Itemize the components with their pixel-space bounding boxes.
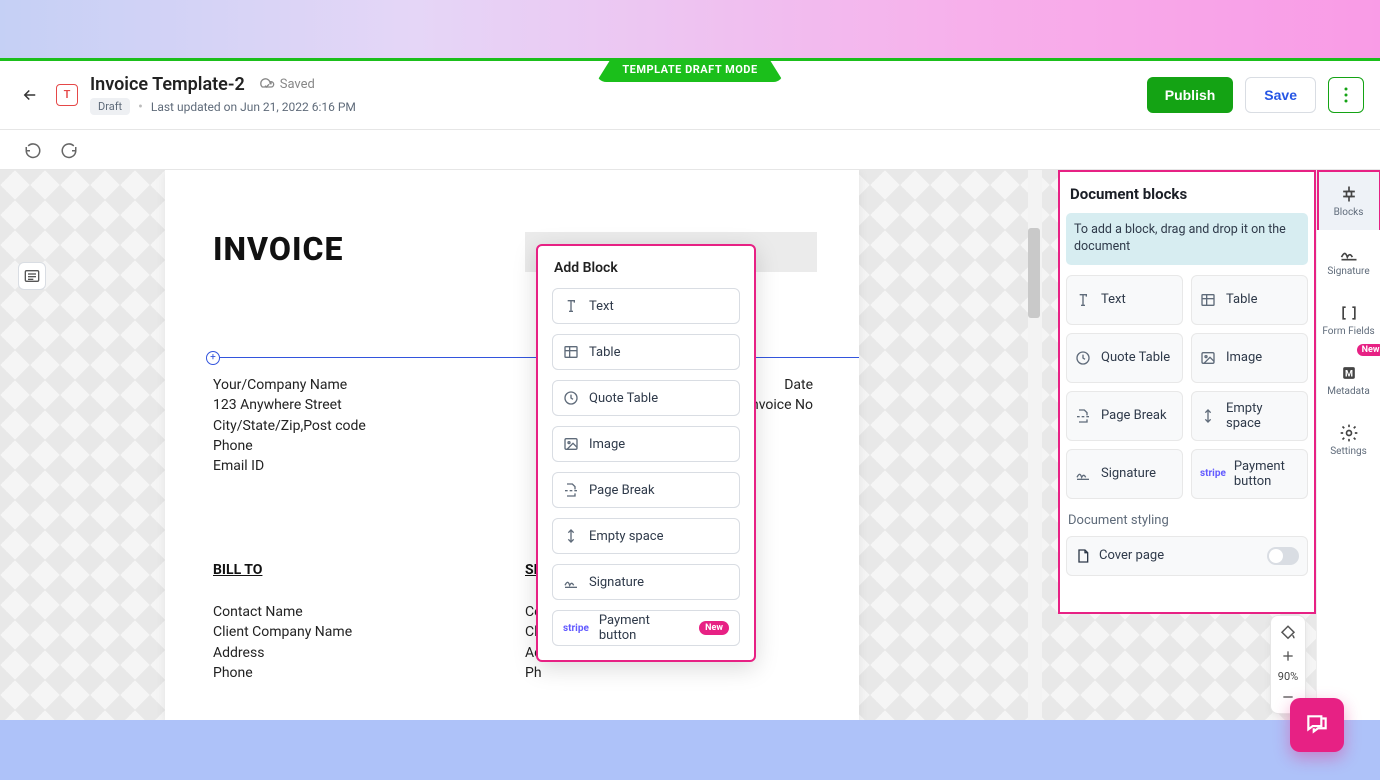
rail-metadata[interactable]: New M Metadata	[1317, 350, 1380, 410]
right-rail: Blocks Signature Form Fields New M Metad…	[1316, 170, 1380, 720]
block-option-page-break[interactable]: Page Break	[552, 472, 740, 508]
scrollbar-thumb[interactable]	[1028, 228, 1040, 318]
signature-icon	[563, 574, 579, 590]
zoom-in-icon[interactable]	[1280, 648, 1296, 664]
template-badge: T	[56, 84, 78, 106]
tile-signature[interactable]: Signature	[1066, 449, 1183, 499]
back-button[interactable]	[16, 81, 44, 109]
block-option-empty-space[interactable]: Empty space	[552, 518, 740, 554]
empty-space-icon	[563, 528, 579, 544]
add-block-popover: Add Block Text Table Quote Table Image	[536, 244, 756, 662]
stripe-icon: stripe	[563, 623, 589, 634]
styling-heading: Document styling	[1060, 499, 1314, 536]
saved-indicator: Saved	[259, 77, 315, 93]
signature-icon	[1075, 466, 1093, 482]
svg-text:M: M	[1344, 369, 1352, 379]
block-option-quote-table[interactable]: Quote Table	[552, 380, 740, 416]
save-button[interactable]: Save	[1245, 77, 1316, 113]
rail-signature[interactable]: Signature	[1317, 230, 1380, 290]
text-icon	[563, 298, 579, 314]
empty-space-icon	[1200, 408, 1218, 424]
zoom-value: 90%	[1278, 670, 1298, 683]
undo-button[interactable]	[24, 141, 42, 159]
outline-button[interactable]	[18, 262, 46, 290]
cloud-icon	[259, 77, 275, 93]
block-option-signature[interactable]: Signature	[552, 564, 740, 600]
new-badge: New	[699, 621, 729, 635]
block-option-image[interactable]: Image	[552, 426, 740, 462]
chat-fab[interactable]	[1290, 698, 1344, 752]
stripe-icon: stripe	[1200, 468, 1226, 479]
new-badge: New	[1357, 344, 1380, 356]
tile-text[interactable]: Text	[1066, 275, 1183, 325]
block-option-table[interactable]: Table	[552, 334, 740, 370]
bill-to-heading: BILL TO	[213, 562, 262, 578]
panel-title: Document blocks	[1060, 172, 1314, 213]
redo-button[interactable]	[60, 141, 78, 159]
draft-pill: Draft	[90, 98, 130, 115]
block-option-text[interactable]: Text	[552, 288, 740, 324]
image-icon	[563, 436, 579, 452]
rail-settings[interactable]: Settings	[1317, 410, 1380, 470]
sender-block: Your/Company Name 123 Anywhere Street Ci…	[213, 375, 366, 476]
cover-page-row[interactable]: Cover page	[1066, 536, 1308, 576]
dot-separator: •	[138, 99, 143, 115]
bill-to-block: Contact Name Client Company Name Address…	[213, 602, 352, 683]
rail-form-fields[interactable]: Form Fields	[1317, 290, 1380, 350]
gear-icon	[1339, 423, 1359, 443]
cover-page-toggle[interactable]	[1267, 547, 1299, 565]
mode-chip: TEMPLATE DRAFT MODE	[596, 58, 783, 82]
tile-payment[interactable]: stripePayment button	[1191, 449, 1308, 499]
gradient-bottom	[0, 720, 1380, 780]
table-icon	[563, 344, 579, 360]
insert-plus-icon[interactable]: +	[206, 351, 220, 365]
form-fields-icon	[1339, 303, 1359, 323]
toolbar	[0, 130, 1380, 170]
tile-image[interactable]: Image	[1191, 333, 1308, 383]
updated-text: Last updated on Jun 21, 2022 6:16 PM	[151, 100, 356, 114]
tile-quote[interactable]: Quote Table	[1066, 333, 1183, 383]
popover-title: Add Block	[538, 246, 754, 288]
table-icon	[1200, 292, 1218, 308]
cover-page-icon	[1075, 548, 1091, 564]
tile-empty-space[interactable]: Empty space	[1191, 391, 1308, 441]
workspace: INVOICE + Your/Company Name 123 Anywhere…	[0, 170, 1380, 720]
rail-blocks[interactable]: Blocks	[1317, 170, 1380, 230]
signature-icon	[1339, 243, 1359, 263]
page-title: Invoice Template-2	[90, 74, 245, 95]
text-icon	[1075, 292, 1093, 308]
publish-button[interactable]: Publish	[1147, 77, 1234, 113]
quote-table-icon	[1075, 350, 1093, 366]
gradient-top	[0, 0, 1380, 60]
tile-table[interactable]: Table	[1191, 275, 1308, 325]
block-option-payment[interactable]: stripe Payment button New	[552, 610, 740, 646]
tile-page-break[interactable]: Page Break	[1066, 391, 1183, 441]
page-break-icon	[563, 482, 579, 498]
more-button[interactable]	[1328, 77, 1364, 113]
metadata-icon: M	[1339, 363, 1359, 383]
quote-table-icon	[563, 390, 579, 406]
fill-icon[interactable]	[1279, 624, 1297, 642]
blocks-icon	[1339, 184, 1359, 204]
blocks-panel: Document blocks To add a block, drag and…	[1058, 170, 1316, 614]
page-break-icon	[1075, 408, 1093, 424]
image-icon	[1200, 350, 1218, 366]
panel-hint: To add a block, drag and drop it on the …	[1066, 213, 1308, 265]
